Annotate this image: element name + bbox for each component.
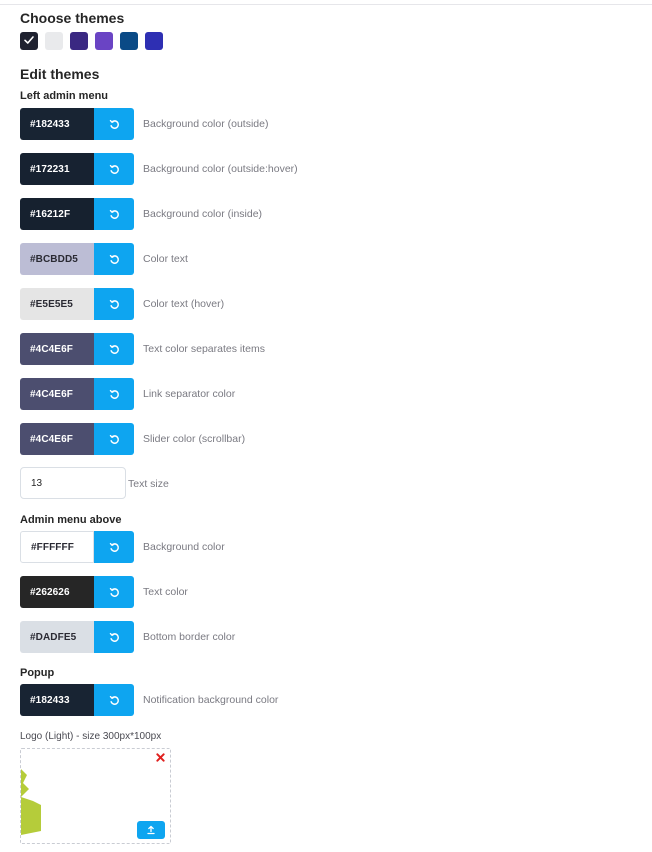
theme-swatch-violet[interactable]: [95, 32, 113, 50]
reset-color-button[interactable]: [94, 288, 134, 320]
logo-preview-image: [21, 769, 41, 835]
close-icon[interactable]: [156, 753, 165, 762]
reset-icon: [109, 299, 119, 309]
reset-icon: [109, 389, 119, 399]
reset-icon: [109, 344, 119, 354]
reset-color-button[interactable]: [94, 576, 134, 608]
color-value-field[interactable]: #BCBDD5: [20, 243, 94, 275]
reset-icon: [109, 632, 119, 642]
reset-color-button[interactable]: [94, 684, 134, 716]
left-menu-color-row: #4C4E6F Text color separates items: [20, 333, 265, 365]
color-field-label: Link separator color: [143, 388, 236, 400]
theme-swatch-light[interactable]: [45, 32, 63, 50]
reset-icon: [109, 164, 119, 174]
top-menu-color-row: #DADFE5 Bottom border color: [20, 621, 235, 653]
text-size-input[interactable]: [20, 467, 126, 499]
theme-swatches: [20, 32, 163, 50]
color-field-label: Background color (outside): [143, 118, 269, 130]
color-value-field[interactable]: #4C4E6F: [20, 423, 94, 455]
reset-color-button[interactable]: [94, 378, 134, 410]
left-admin-menu-title: Left admin menu: [20, 90, 109, 102]
left-menu-color-row: #E5E5E5 Color text (hover): [20, 288, 224, 320]
color-value-field[interactable]: #172231: [20, 153, 94, 185]
color-value-field[interactable]: #E5E5E5: [20, 288, 94, 320]
popup-color-row: #182433 Notification background color: [20, 684, 278, 716]
color-field-label: Color text: [143, 253, 188, 265]
reset-icon: [109, 542, 119, 552]
reset-icon: [109, 254, 119, 264]
color-field-label: Slider color (scrollbar): [143, 433, 246, 445]
color-field-label: Text color: [143, 586, 188, 598]
color-field-label: Background color (outside:hover): [143, 163, 298, 175]
color-value-field[interactable]: #16212F: [20, 198, 94, 230]
edit-themes-title: Edit themes: [20, 66, 100, 82]
theme-swatch-blue[interactable]: [145, 32, 163, 50]
color-field-label: Text color separates items: [143, 343, 265, 355]
theme-swatch-navy[interactable]: [120, 32, 138, 50]
top-divider: [0, 4, 652, 5]
logo-light-label: Logo (Light) - size 300px*100px: [20, 731, 162, 742]
left-menu-color-row: #172231 Background color (outside:hover): [20, 153, 298, 185]
left-menu-color-row: #182433 Background color (outside): [20, 108, 268, 140]
reset-color-button[interactable]: [94, 621, 134, 653]
color-field-label: Notification background color: [143, 694, 279, 706]
color-value-field[interactable]: #DADFE5: [20, 621, 94, 653]
popup-title: Popup: [20, 667, 55, 679]
upload-icon: [147, 825, 155, 835]
theme-swatch-dark[interactable]: [20, 32, 38, 50]
left-menu-color-row: #4C4E6F Slider color (scrollbar): [20, 423, 245, 455]
reset-icon: [109, 434, 119, 444]
color-value-field[interactable]: #4C4E6F: [20, 333, 94, 365]
left-menu-color-row: #4C4E6F Link separator color: [20, 378, 235, 410]
top-menu-color-row: #262626 Text color: [20, 576, 188, 608]
reset-color-button[interactable]: [94, 243, 134, 275]
reset-color-button[interactable]: [94, 531, 134, 563]
admin-menu-above-title: Admin menu above: [20, 514, 122, 526]
reset-color-button[interactable]: [94, 153, 134, 185]
upload-logo-button[interactable]: [137, 821, 165, 839]
reset-color-button[interactable]: [94, 333, 134, 365]
logo-light-dropzone[interactable]: [20, 748, 171, 844]
color-field-label: Color text (hover): [143, 298, 225, 310]
color-field-label: Background color (inside): [143, 208, 263, 220]
reset-icon: [109, 587, 119, 597]
left-menu-color-row: #16212F Background color (inside): [20, 198, 262, 230]
color-value-field[interactable]: #FFFFFF: [20, 531, 94, 563]
choose-themes-title: Choose themes: [20, 10, 125, 26]
color-value-field[interactable]: #4C4E6F: [20, 378, 94, 410]
left-menu-color-row: #BCBDD5 Color text: [20, 243, 188, 275]
reset-icon: [109, 209, 119, 219]
theme-swatch-indigo[interactable]: [70, 32, 88, 50]
reset-color-button[interactable]: [94, 423, 134, 455]
color-value-field[interactable]: #262626: [20, 576, 94, 608]
reset-icon: [109, 695, 119, 705]
color-field-label: Bottom border color: [143, 631, 236, 643]
text-size-label: Text size: [128, 478, 169, 490]
reset-icon: [109, 119, 119, 129]
color-value-field[interactable]: #182433: [20, 108, 94, 140]
reset-color-button[interactable]: [94, 198, 134, 230]
top-menu-color-row: #FFFFFF Background color: [20, 531, 225, 563]
color-field-label: Background color: [143, 541, 225, 553]
check-icon: [24, 36, 34, 44]
color-value-field[interactable]: #182433: [20, 684, 94, 716]
reset-color-button[interactable]: [94, 108, 134, 140]
